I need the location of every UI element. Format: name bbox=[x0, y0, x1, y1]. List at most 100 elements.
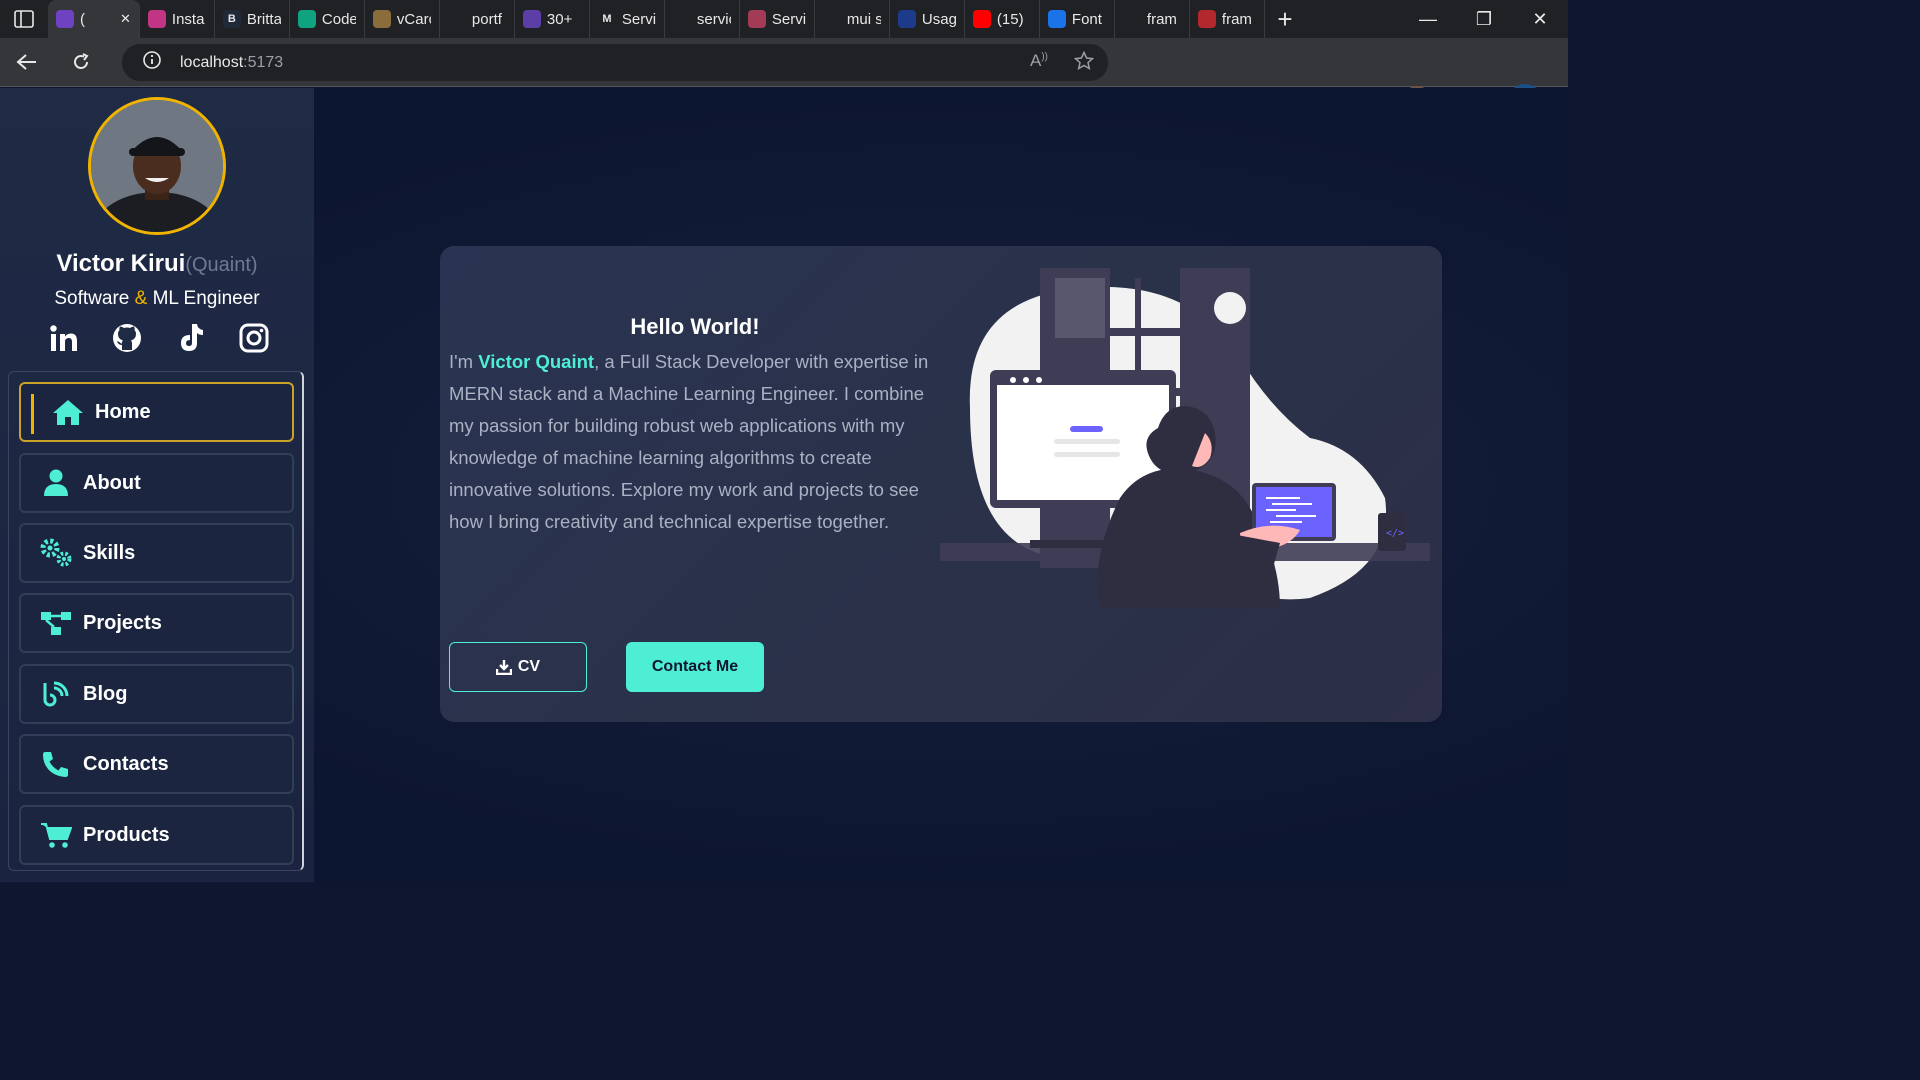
tab-title: 30+ bbox=[546, 10, 573, 28]
browser-tab[interactable]: portf bbox=[440, 0, 515, 38]
browser-tab[interactable]: servic bbox=[665, 0, 740, 38]
browser-tab[interactable]: fram bbox=[1190, 0, 1265, 38]
tab-favicon-icon bbox=[56, 10, 74, 28]
download-cv-button[interactable]: CV bbox=[449, 642, 587, 692]
browser-tab[interactable]: Servi bbox=[740, 0, 815, 38]
tab-title: Britta bbox=[246, 10, 281, 28]
profile-avatar bbox=[88, 97, 226, 235]
tab-favicon-icon bbox=[147, 10, 166, 28]
sidebar-item-label: Skills bbox=[83, 541, 136, 564]
browser-tab[interactable]: mui s bbox=[815, 0, 890, 38]
tab-title: Servi bbox=[771, 10, 806, 28]
tab-favicon-icon bbox=[672, 10, 691, 28]
nickname: (Quaint) bbox=[185, 254, 258, 276]
browser-tab[interactable]: vCarc bbox=[365, 0, 440, 38]
developer-illustration: </> bbox=[940, 268, 1430, 608]
tab-favicon-icon: M bbox=[597, 10, 616, 28]
browser-tab[interactable]: Usag bbox=[890, 0, 965, 38]
sidebar-item-about[interactable]: About bbox=[19, 453, 294, 513]
restore-button[interactable]: ❐ bbox=[1456, 0, 1512, 38]
tab-title: ( bbox=[80, 10, 85, 28]
tab-favicon-icon bbox=[822, 10, 841, 28]
browser-tab-bar: (✕InstaBBrittaCodevCarcportf30+MServiser… bbox=[0, 0, 1568, 38]
sidebar-item-label: Products bbox=[83, 823, 170, 846]
reload-button[interactable] bbox=[54, 38, 108, 87]
sidebar-item-label: Home bbox=[95, 400, 151, 423]
url-field[interactable]: localhost:5173 A)) bbox=[122, 44, 1108, 81]
tab-title: Insta bbox=[171, 10, 205, 28]
sidebar-item-home[interactable]: Home bbox=[19, 382, 294, 442]
social-links bbox=[44, 318, 274, 358]
tab-favicon-icon bbox=[1122, 10, 1141, 28]
contact-label: Contact Me bbox=[651, 658, 739, 675]
diagram-icon bbox=[39, 608, 73, 638]
intro-prefix: I'm bbox=[449, 351, 479, 372]
intro-name: Victor Quaint bbox=[478, 351, 595, 372]
close-window-button[interactable]: ✕ bbox=[1512, 0, 1568, 38]
contact-me-button[interactable]: Contact Me bbox=[626, 642, 764, 692]
sidebar-item-skills[interactable]: Skills bbox=[19, 523, 294, 583]
role-ampersand: & bbox=[134, 288, 148, 309]
sidebar-item-label: Contacts bbox=[83, 752, 169, 775]
tab-favicon-icon bbox=[1197, 10, 1216, 28]
sidebar-item-contacts[interactable]: Contacts bbox=[19, 734, 294, 794]
phone-icon bbox=[39, 749, 73, 779]
tab-title: (15) bbox=[996, 10, 1024, 28]
sidebar-item-label: Blog bbox=[83, 682, 128, 705]
browser-tab[interactable]: Font bbox=[1040, 0, 1115, 38]
sidebar-item-blog[interactable]: Blog bbox=[19, 664, 294, 724]
tab-favicon-icon bbox=[747, 10, 766, 28]
tab-actions-icon[interactable] bbox=[0, 0, 48, 38]
close-tab-icon[interactable]: ✕ bbox=[120, 11, 131, 27]
hero-card: Hello World! I'm Victor Quaint, a Full S… bbox=[440, 246, 1442, 722]
gears-icon bbox=[39, 538, 73, 568]
cv-label: CV bbox=[517, 658, 541, 675]
browser-tab[interactable]: Insta bbox=[140, 0, 215, 38]
tab-title: Font bbox=[1071, 10, 1102, 28]
sidebar-item-label: Projects bbox=[83, 611, 162, 634]
profile-name: Victor Kirui(Quaint) bbox=[0, 250, 314, 278]
page-content: Victor Kirui(Quaint) Software & ML Engin… bbox=[0, 88, 1568, 882]
sidebar-item-projects[interactable]: Projects bbox=[19, 593, 294, 653]
sidebar: Victor Kirui(Quaint) Software & ML Engin… bbox=[0, 88, 314, 882]
home-icon bbox=[51, 397, 85, 427]
full-name: Victor Kirui bbox=[56, 250, 186, 277]
new-tab-button[interactable]: + bbox=[1265, 0, 1305, 38]
tab-favicon-icon bbox=[972, 10, 991, 28]
user-icon bbox=[39, 468, 73, 498]
browser-tab[interactable]: (✕ bbox=[48, 0, 140, 38]
svg-text:</>: </> bbox=[1386, 528, 1404, 539]
tab-title: Code bbox=[321, 10, 356, 28]
cart-icon bbox=[39, 820, 73, 850]
profile-role: Software & ML Engineer bbox=[0, 288, 314, 310]
tiktok-icon[interactable] bbox=[171, 318, 211, 358]
browser-tab[interactable]: fram bbox=[1115, 0, 1190, 38]
intro-text: , a Full Stack Developer with expertise … bbox=[449, 351, 929, 532]
tab-favicon-icon bbox=[447, 10, 466, 28]
browser-tab[interactable]: M Servi bbox=[590, 0, 665, 38]
tab-favicon-icon: B bbox=[222, 10, 241, 28]
blog-icon bbox=[39, 679, 73, 709]
minimize-button[interactable]: — bbox=[1400, 0, 1456, 38]
tab-favicon-icon bbox=[1047, 10, 1066, 28]
browser-tab[interactable]: B Britta bbox=[215, 0, 290, 38]
back-button[interactable] bbox=[0, 38, 54, 87]
tab-favicon-icon bbox=[522, 10, 541, 28]
browser-tab[interactable]: (15) bbox=[965, 0, 1040, 38]
tab-favicon-icon bbox=[297, 10, 316, 28]
site-info-icon[interactable] bbox=[142, 50, 162, 75]
browser-tab[interactable]: Code bbox=[290, 0, 365, 38]
instagram-icon[interactable] bbox=[234, 318, 274, 358]
favorite-star-icon[interactable] bbox=[1073, 50, 1095, 76]
tab-title: fram bbox=[1146, 10, 1177, 28]
role-part-1: Software bbox=[54, 288, 135, 309]
linkedin-icon[interactable] bbox=[44, 318, 84, 358]
sidebar-item-products[interactable]: Products bbox=[19, 805, 294, 865]
address-bar-row: localhost:5173 A)) ⛏ ··· b bbox=[0, 38, 1568, 118]
tab-favicon-icon bbox=[372, 10, 391, 28]
tab-title: Servi bbox=[621, 10, 656, 28]
browser-tab[interactable]: 30+ bbox=[515, 0, 590, 38]
hero-intro: I'm Victor Quaint, a Full Stack Develope… bbox=[449, 346, 949, 538]
github-icon[interactable] bbox=[107, 318, 147, 358]
read-aloud-icon[interactable]: A)) bbox=[1030, 51, 1048, 76]
